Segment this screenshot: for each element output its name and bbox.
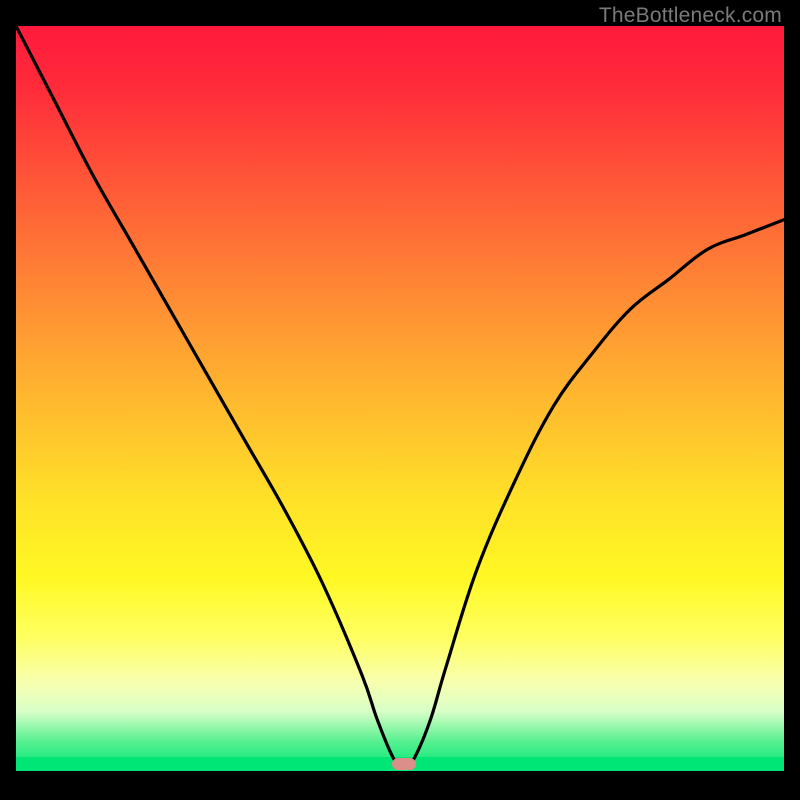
- watermark-text: TheBottleneck.com: [599, 4, 782, 28]
- chart-frame: [16, 26, 784, 786]
- optimum-marker: [392, 758, 416, 770]
- gradient-background: [16, 26, 784, 771]
